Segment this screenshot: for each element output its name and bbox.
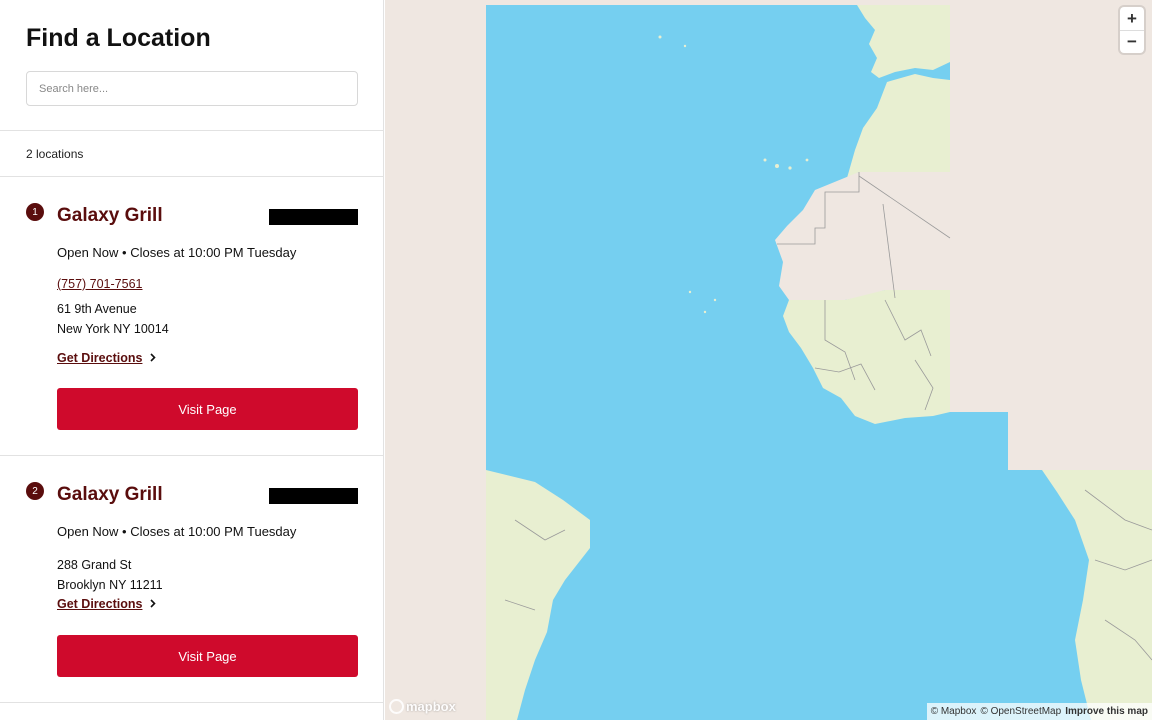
get-directions-label: Get Directions [57,351,143,365]
map-view[interactable]: + − mapbox © Mapbox © OpenStreetMap Impr… [385,0,1152,720]
redacted-block [269,488,358,504]
address-line-1: 61 9th Avenue [57,302,137,316]
results-count-bar: 2 locations [0,131,383,177]
mapbox-attribution-link[interactable]: © Mapbox [931,706,977,717]
osm-attribution-link[interactable]: © OpenStreetMap [980,706,1061,717]
chevron-right-icon [150,351,157,365]
get-directions-label: Get Directions [57,597,143,611]
zoom-in-button[interactable]: + [1120,7,1144,30]
location-hours: Open Now • Closes at 10:00 PM Tuesday [57,245,297,260]
map-attribution: © Mapbox © OpenStreetMap Improve this ma… [926,703,1152,720]
zoom-controls: + − [1120,7,1144,53]
location-card: 2 Galaxy Grill Open Now • Closes at 10:0… [0,456,383,703]
location-phone-link[interactable]: (757) 701-7561 [57,277,142,291]
location-name: Galaxy Grill [57,484,163,505]
zoom-out-button[interactable]: − [1120,30,1144,53]
locator-header: Find a Location [0,0,383,131]
results-count: 2 locations [26,146,84,161]
get-directions-link[interactable]: Get Directions [57,597,157,611]
map-canvas[interactable] [385,0,1152,720]
mapbox-logo[interactable]: mapbox [389,699,456,714]
location-name: Galaxy Grill [57,205,163,226]
search-input[interactable] [26,71,358,106]
address-line-2: Brooklyn NY 11211 [57,578,163,592]
improve-map-link[interactable]: Improve this map [1065,706,1148,717]
locator-sidebar: Find a Location 2 locations 1 Galaxy Gri… [0,0,384,720]
location-card: 1 Galaxy Grill Open Now • Closes at 10:0… [0,177,383,456]
location-address: 61 9th Avenue New York NY 10014 [57,299,169,339]
redacted-block [269,209,358,225]
chevron-right-icon [150,597,157,611]
get-directions-link[interactable]: Get Directions [57,351,157,365]
location-hours: Open Now • Closes at 10:00 PM Tuesday [57,524,297,539]
location-address: 288 Grand St Brooklyn NY 11211 [57,555,163,595]
address-line-2: New York NY 10014 [57,322,169,336]
page-title: Find a Location [26,24,211,52]
visit-page-button[interactable]: Visit Page [57,388,358,430]
location-number-badge: 1 [26,203,44,221]
mapbox-logo-icon [389,699,404,714]
location-number-badge: 2 [26,482,44,500]
visit-page-button[interactable]: Visit Page [57,635,358,677]
mapbox-logo-text: mapbox [406,699,456,714]
address-line-1: 288 Grand St [57,558,132,572]
